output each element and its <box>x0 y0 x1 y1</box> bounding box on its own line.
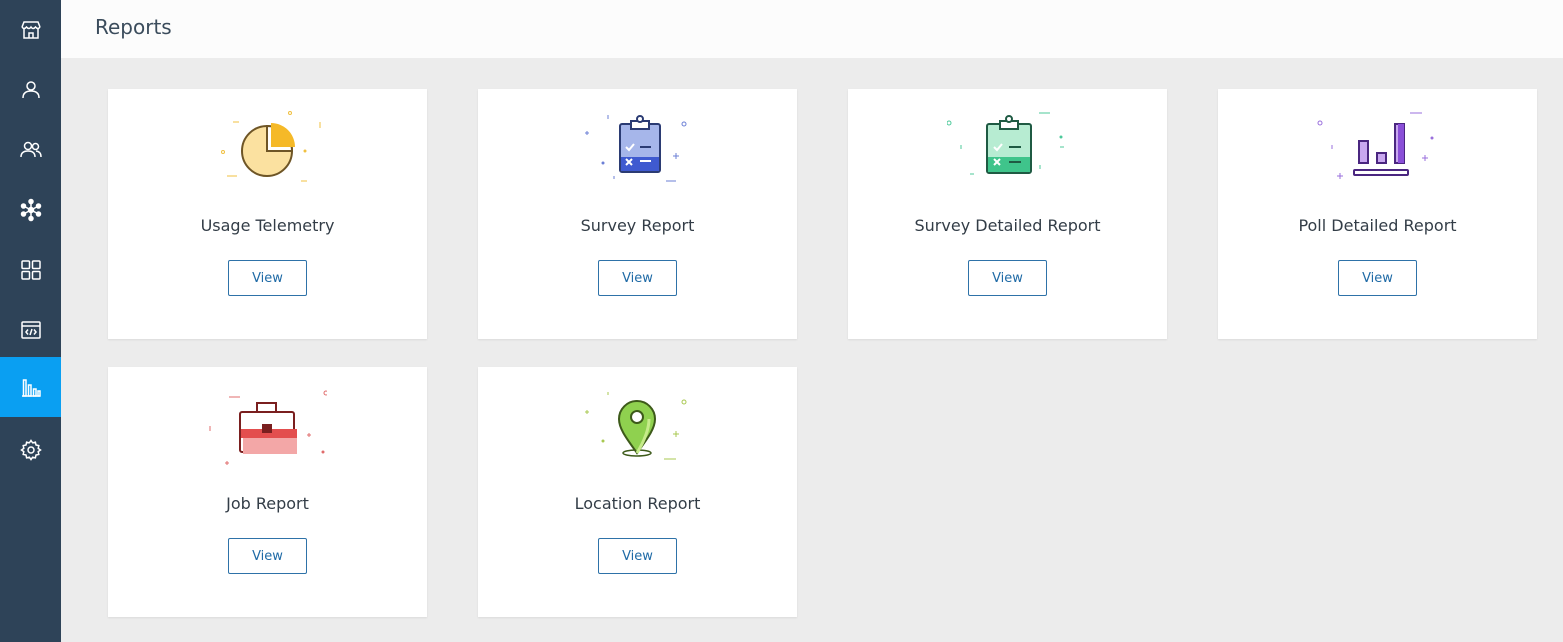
code-window-icon <box>20 321 41 339</box>
card-title: Usage Telemetry <box>200 216 335 235</box>
clipboard-green-icon <box>947 112 1064 175</box>
view-button-poll-detailed-report[interactable]: View <box>1338 260 1417 296</box>
view-button-usage-telemetry[interactable]: View <box>228 260 307 296</box>
briefcase-icon <box>209 390 327 465</box>
report-card-location: Location Report View <box>478 367 797 617</box>
report-card-survey-detailed: Survey Detailed Report View <box>848 89 1167 339</box>
gear-icon <box>19 439 42 461</box>
report-card-poll-detailed: Poll Detailed Report View <box>1218 89 1537 339</box>
location-pin-icon <box>585 392 687 460</box>
sidebar-item-settings[interactable] <box>0 420 61 480</box>
sidebar-item-network[interactable] <box>0 180 61 240</box>
report-card-usage-telemetry: Usage Telemetry View <box>108 89 427 339</box>
view-button-job-report[interactable]: View <box>228 538 307 574</box>
grid-icon <box>20 260 41 280</box>
view-button-location-report[interactable]: View <box>598 538 677 574</box>
report-card-job: Job Report View <box>108 367 427 617</box>
card-title: Survey Detailed Report <box>914 216 1101 235</box>
card-title: Poll Detailed Report <box>1298 216 1457 235</box>
sidebar-item-store[interactable] <box>0 0 61 60</box>
card-title: Survey Report <box>580 216 695 235</box>
view-button-survey-report[interactable]: View <box>598 260 677 296</box>
sidebar-item-reports[interactable] <box>0 357 61 417</box>
users-icon <box>19 141 42 158</box>
bar-chart-icon <box>21 379 41 397</box>
sidebar-item-users[interactable] <box>0 120 61 180</box>
clipboard-blue-icon <box>585 115 687 182</box>
sidebar <box>0 0 61 642</box>
page-title: Reports <box>95 15 172 39</box>
network-icon <box>20 198 41 222</box>
user-icon <box>21 81 40 99</box>
sidebar-item-user[interactable] <box>0 60 61 120</box>
sidebar-item-apps[interactable] <box>0 240 61 300</box>
report-card-survey: Survey Report View <box>478 89 797 339</box>
view-button-survey-detailed-report[interactable]: View <box>968 260 1047 296</box>
bar-chart-purple-icon <box>1317 112 1434 179</box>
card-title: Job Report <box>226 494 309 513</box>
pie-chart-icon <box>221 111 321 182</box>
store-icon <box>20 21 41 39</box>
sidebar-item-developer[interactable] <box>0 300 61 360</box>
top-bar: Reports <box>61 0 1563 58</box>
card-title: Location Report <box>574 494 701 513</box>
